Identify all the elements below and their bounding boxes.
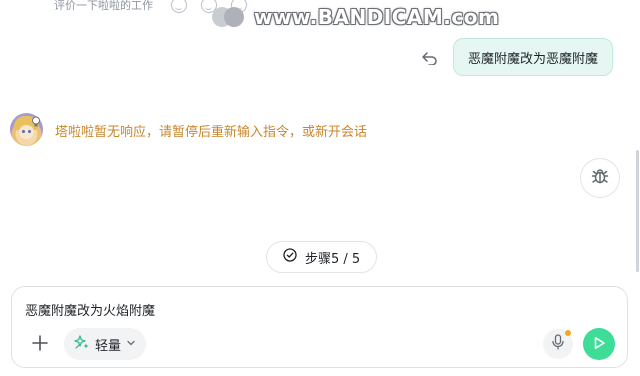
undo-icon[interactable]	[420, 48, 440, 68]
step-indicator[interactable]: 步骤5 / 5	[266, 241, 378, 273]
rating-prompt: 评价一下啦啦的工作	[54, 0, 153, 12]
chat-page: 评价一下啦啦的工作 www.BANDICAM.com 恶魔附魔改为恶魔附魔 塔啦…	[0, 0, 640, 376]
microphone-icon	[551, 334, 565, 354]
sparkle-icon	[74, 334, 90, 354]
plus-icon[interactable]	[30, 333, 50, 353]
scrollbar[interactable]	[636, 150, 639, 272]
watermark-text: www.BANDICAM.com	[254, 5, 500, 29]
mode-selector[interactable]: 轻量	[64, 328, 147, 360]
message-input[interactable]: 恶魔附魔改为火焰附魔	[25, 300, 155, 319]
chevron-down-icon	[126, 337, 136, 352]
bandicam-watermark: www.BANDICAM.com	[212, 5, 499, 29]
user-message-bubble: 恶魔附魔改为恶魔附魔	[453, 38, 614, 76]
lightbulb-icon	[31, 113, 41, 127]
check-circle-icon	[283, 248, 297, 266]
microphone-button[interactable]	[543, 329, 573, 359]
message-composer[interactable]: 恶魔附魔改为火焰附魔 轻量	[11, 286, 628, 368]
assistant-message-text: 塔啦啦暂无响应，请暂停后重新输入指令，或新开会话	[55, 125, 368, 140]
send-button[interactable]	[583, 328, 615, 360]
user-message-text: 恶魔附魔改为恶魔附魔	[468, 51, 599, 67]
mode-label: 轻量	[95, 338, 122, 354]
send-icon	[592, 335, 606, 354]
smile-icon[interactable]	[171, 0, 187, 13]
bug-report-button[interactable]	[580, 158, 620, 198]
step-label: 步骤5 / 5	[305, 251, 361, 267]
bandicam-logo-icon	[212, 5, 248, 29]
bug-icon	[590, 166, 610, 190]
notification-dot	[565, 330, 571, 336]
